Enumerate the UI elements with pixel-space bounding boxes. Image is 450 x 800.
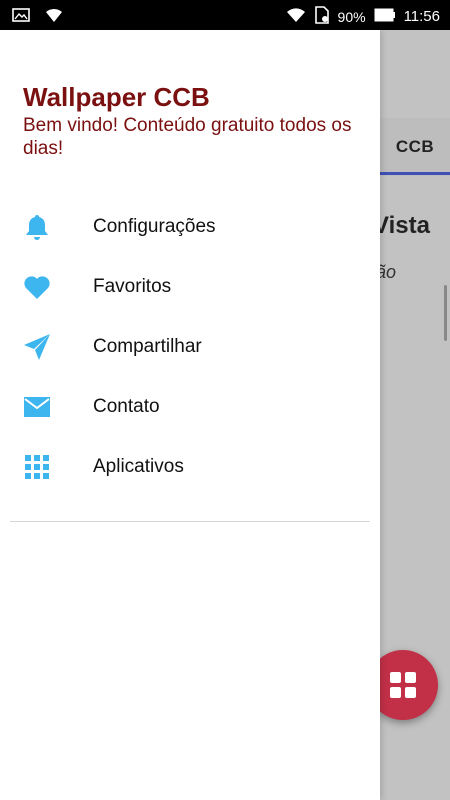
sim-icon (314, 6, 330, 27)
tab-indicator (380, 172, 450, 175)
drawer-menu: Configurações Favoritos Compartilhar Con… (0, 197, 380, 497)
clock: 11:56 (403, 8, 440, 25)
menu-item-label: Favoritos (93, 276, 172, 297)
status-bar: 90% 11:56 (0, 0, 450, 30)
battery-icon (374, 8, 396, 25)
content-heading: Vista (373, 212, 430, 239)
scrollbar (444, 285, 447, 341)
wifi-notification-icon (44, 6, 64, 29)
menu-item-contato[interactable]: Contato (0, 377, 380, 437)
menu-item-compartilhar[interactable]: Compartilhar (0, 317, 380, 377)
wifi-signal-icon (286, 7, 306, 26)
menu-item-label: Contato (93, 396, 160, 417)
tab-ccb: CCB (380, 118, 450, 176)
drawer-title: Wallpaper CCB (23, 82, 210, 112)
menu-item-label: Configurações (93, 216, 216, 237)
image-notification-icon (12, 7, 30, 28)
menu-item-aplicativos[interactable]: Aplicativos (0, 437, 380, 497)
drawer-subtitle: Bem vindo! Conteúdo gratuito todos os di… (23, 115, 352, 159)
heart-icon (23, 273, 51, 301)
menu-item-configuracoes[interactable]: Configurações (0, 197, 380, 257)
apps-grid-icon (23, 453, 51, 481)
send-icon (23, 333, 51, 361)
bell-icon (23, 213, 51, 241)
menu-divider (10, 521, 370, 522)
mail-icon (23, 393, 51, 421)
battery-percent: 90% (337, 8, 366, 25)
menu-item-favoritos[interactable]: Favoritos (0, 257, 380, 317)
navigation-drawer: Wallpaper CCB Bem vindo! Conteúdo gratui… (0, 30, 380, 800)
menu-item-label: Compartilhar (93, 336, 202, 357)
menu-item-label: Aplicativos (93, 456, 184, 477)
grid-icon (390, 672, 416, 698)
